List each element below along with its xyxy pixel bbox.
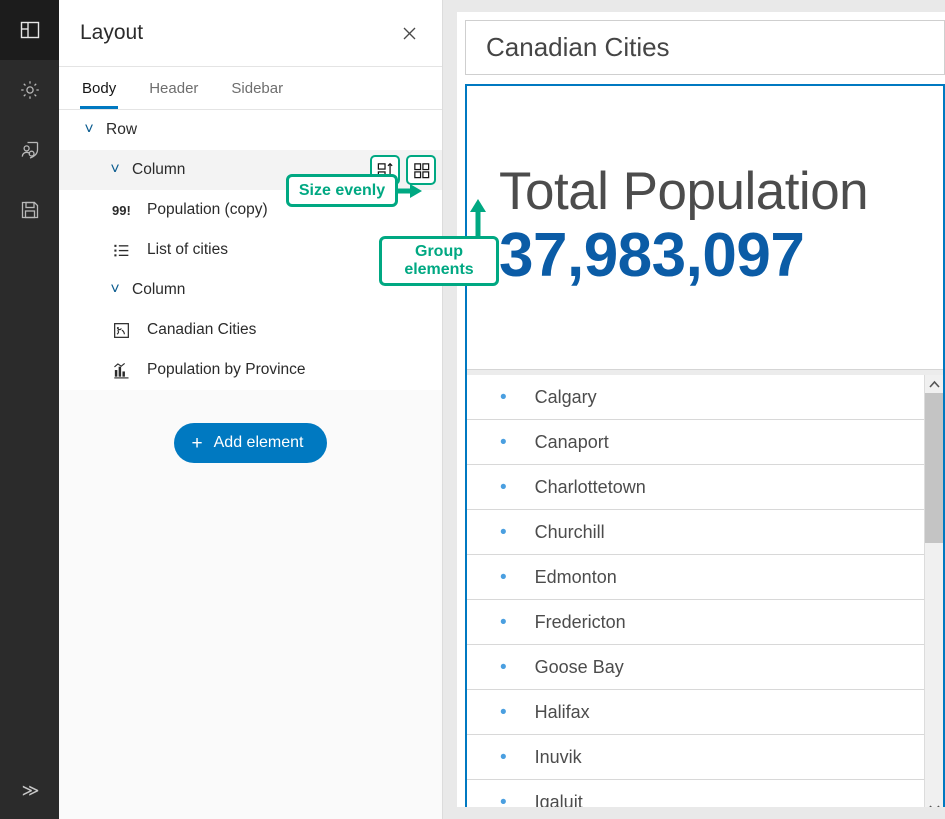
panel-header: Layout [59,0,442,67]
stat-value: 37,983,097 [499,220,943,291]
list-item-label: Calgary [535,387,597,408]
page-title: Layout [80,21,396,45]
scroll-up-button[interactable] [925,375,944,393]
number-icon: 99! [112,200,138,220]
chevron-down-icon[interactable]: ˅ [106,281,124,299]
selected-element-group[interactable]: Total Population 37,983,097 • Calgary • … [465,84,945,819]
text-element-value: Canadian Cities [486,32,670,63]
list-item-label: Canaport [535,432,609,453]
canvas-area: Canadian Cities Total Population 37,983,… [443,0,945,819]
group-elements-button[interactable] [406,155,436,185]
rail-item-settings[interactable] [0,60,59,120]
bullet-icon: • [500,703,507,722]
tree-item-label: Column [132,161,185,179]
rail-item-layout[interactable] [0,0,59,60]
tab-body[interactable]: Body [80,80,118,109]
bullet-icon: • [500,388,507,407]
add-element-container: + Add element [59,390,442,463]
plus-icon: + [192,434,203,453]
city-list-element: • Calgary • Canaport • Charlottetown • C… [467,375,943,817]
list-item[interactable]: • Charlottetown [467,465,924,510]
list-item[interactable]: • Goose Bay [467,645,924,690]
group-elements-icon [412,161,431,180]
city-list-scrollbar[interactable] [924,375,943,817]
total-population-element[interactable]: Total Population 37,983,097 [467,86,943,369]
chevron-double-right-icon: ≫ [22,781,38,801]
list-item[interactable]: • Fredericton [467,600,924,645]
add-element-label: Add element [214,434,304,452]
dashboard-document: Canadian Cities Total Population 37,983,… [457,12,945,819]
city-list: • Calgary • Canaport • Charlottetown • C… [467,375,924,817]
stat-title: Total Population [499,163,943,220]
list-icon [112,240,138,260]
group-elements-annotation-arrow [467,198,489,240]
list-item[interactable]: • Calgary [467,375,924,420]
tree-item-population-by-province[interactable]: Population by Province [59,350,442,390]
gear-icon [18,78,42,102]
bullet-icon: • [500,568,507,587]
tab-sidebar[interactable]: Sidebar [229,80,285,109]
add-element-button[interactable]: + Add element [174,423,328,463]
bullet-icon: • [500,433,507,452]
tree-item-label: Population (copy) [147,201,268,219]
list-item-label: Halifax [535,702,590,723]
tab-header[interactable]: Header [147,80,200,109]
list-item-label: Edmonton [535,567,617,588]
list-item-label: Charlottetown [535,477,646,498]
layout-panel: Layout Body Header Sidebar ˅ Row ˅ Colum… [59,0,443,819]
chevron-down-icon[interactable]: ˅ [106,161,124,179]
icon-rail: ≫ [0,0,59,819]
bullet-icon: • [500,523,507,542]
text-element-canadian-cities[interactable]: Canadian Cities [465,20,945,75]
list-item[interactable]: • Churchill [467,510,924,555]
size-evenly-annotation-arrow [398,182,423,200]
bullet-icon: • [500,748,507,767]
tree-item-label: Column [132,281,185,299]
chevron-up-icon [929,380,940,389]
list-item-label: Inuvik [535,747,582,768]
bullet-icon: • [500,478,507,497]
list-item-label: Churchill [535,522,605,543]
tree-item-label: Population by Province [147,361,306,379]
rail-item-permissions[interactable] [0,120,59,180]
close-icon [401,25,418,42]
list-item-label: Fredericton [535,612,626,633]
panel-tabs: Body Header Sidebar [59,67,442,110]
list-item-label: Goose Bay [535,657,624,678]
size-evenly-annotation: Size evenly [286,174,398,207]
shield-user-icon [18,138,42,162]
tree-item-row[interactable]: ˅ Row [59,110,442,150]
bullet-icon: • [500,613,507,632]
group-elements-annotation: Group elements [379,236,499,286]
canvas-bottom-strip [443,807,945,819]
chart-icon [112,360,138,380]
list-item[interactable]: • Inuvik [467,735,924,780]
scrollbar-thumb[interactable] [925,393,944,543]
scrollbar-track[interactable] [925,393,944,799]
chevron-down-icon[interactable]: ˅ [80,121,98,139]
map-icon [112,320,138,340]
tree-item-canadian-cities[interactable]: Canadian Cities [59,310,442,350]
save-icon [18,198,42,222]
list-item[interactable]: • Canaport [467,420,924,465]
bullet-icon: • [500,658,507,677]
rail-expand-button[interactable]: ≫ [0,763,59,819]
layout-icon [18,18,42,42]
tree-item-label: Row [106,121,137,139]
close-panel-button[interactable] [396,20,422,46]
rail-item-save[interactable] [0,180,59,240]
tree-item-label: Canadian Cities [147,321,256,339]
tree-item-label: List of cities [147,241,228,259]
list-item[interactable]: • Edmonton [467,555,924,600]
list-item[interactable]: • Halifax [467,690,924,735]
